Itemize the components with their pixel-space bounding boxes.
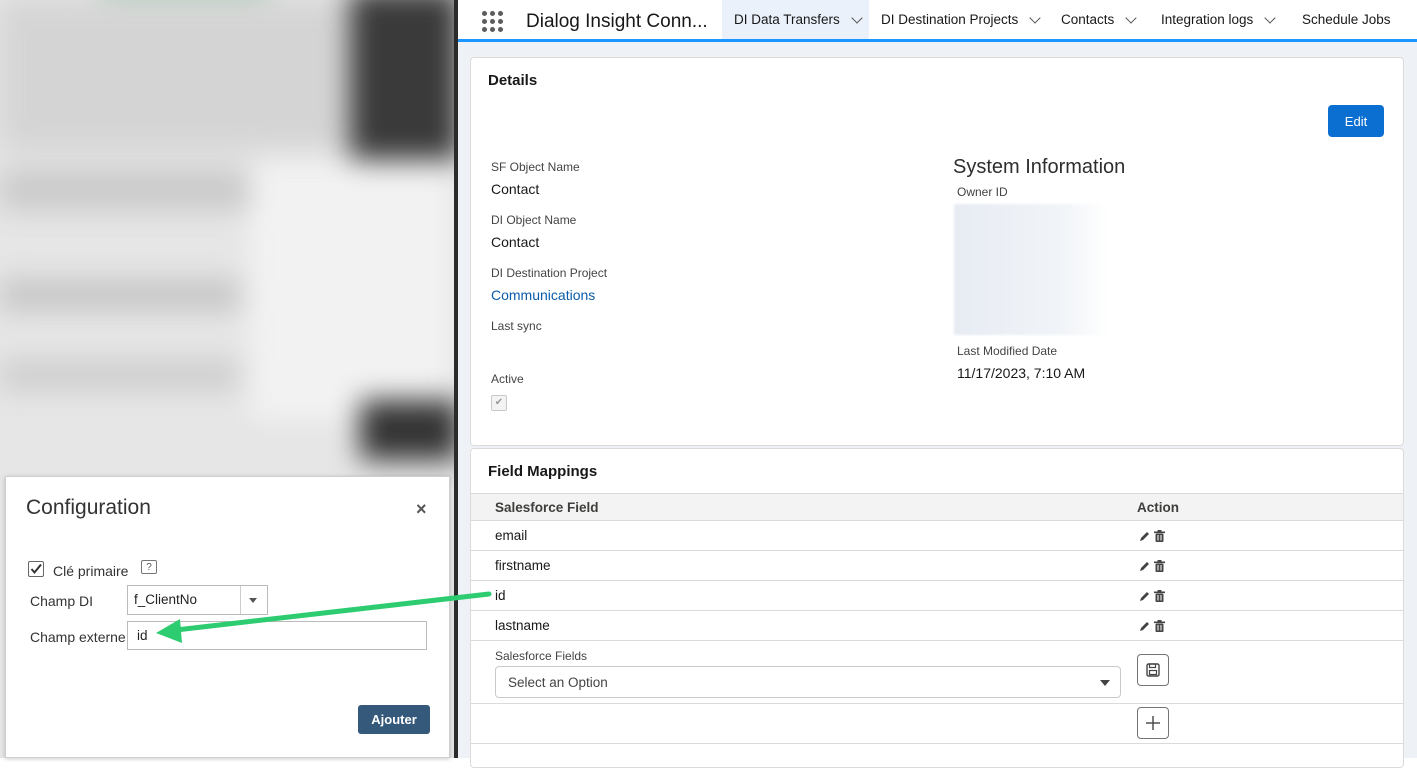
tab-di-destination-projects[interactable]: DI Destination Projects (881, 0, 1041, 39)
edit-button[interactable]: Edit (1328, 105, 1384, 137)
di-object-name-label: DI Object Name (491, 213, 577, 227)
save-icon (1146, 663, 1160, 677)
chevron-down-icon[interactable] (851, 11, 863, 24)
tab-label: Contacts (1061, 12, 1115, 27)
pencil-icon[interactable] (1138, 530, 1151, 543)
field-mappings-table: Salesforce Field Action email firstname … (471, 493, 1403, 641)
owner-id-label: Owner ID (957, 185, 1008, 199)
sf-object-name-value: Contact (491, 181, 540, 197)
di-field-select[interactable]: f_ClientNo (127, 585, 268, 615)
external-field-input[interactable] (127, 621, 427, 650)
table-row: lastname (471, 611, 1403, 641)
tab-label: DI Data Transfers (734, 12, 840, 27)
chevron-down-icon[interactable] (1264, 11, 1276, 24)
last-modified-date-label: Last Modified Date (957, 344, 1058, 358)
column-header-salesforce-field: Salesforce Field (495, 500, 599, 515)
field-name: id (495, 588, 506, 603)
caret-down-icon (1100, 680, 1110, 686)
field-mappings-card: Field Mappings Salesforce Field Action e… (470, 448, 1404, 768)
di-field-value: f_ClientNo (134, 592, 198, 607)
salesforce-fields-select[interactable]: Select an Option (495, 666, 1121, 698)
details-card: Details Edit SF Object Name Contact DI O… (470, 57, 1404, 446)
tab-schedule-jobs[interactable]: Schedule Jobs (1302, 0, 1391, 39)
last-sync-label: Last sync (491, 319, 542, 333)
active-checkbox: ✔ (491, 395, 507, 411)
di-destination-project-label: DI Destination Project (491, 266, 608, 280)
divider (471, 743, 1403, 744)
table-row: email (471, 521, 1403, 551)
tab-label: DI Destination Projects (881, 12, 1019, 27)
system-information-title: System Information (953, 156, 1126, 178)
salesforce-fields-label: Salesforce Fields (495, 649, 588, 663)
pencil-icon[interactable] (1138, 620, 1151, 633)
di-field-label: Champ DI (30, 593, 94, 609)
sf-object-name-label: SF Object Name (491, 160, 580, 174)
caret-down-icon (249, 598, 257, 603)
trash-icon[interactable] (1154, 560, 1165, 572)
select-placeholder: Select an Option (508, 675, 608, 690)
tab-integration-logs[interactable]: Integration logs (1161, 0, 1276, 39)
plus-icon (1146, 716, 1160, 730)
divider (471, 703, 1403, 704)
external-field-label: Champ externe (30, 629, 126, 645)
top-navigation: Dialog Insight Conn... DI Data Transfers… (458, 0, 1417, 42)
help-icon[interactable]: ? (141, 560, 157, 574)
primary-key-checkbox[interactable] (28, 561, 44, 577)
field-name: lastname (495, 618, 550, 633)
add-mapping-button[interactable] (1137, 707, 1169, 739)
tab-label: Integration logs (1161, 12, 1254, 27)
last-modified-date-value: 11/17/2023, 7:10 AM (957, 365, 1086, 381)
configuration-dialog: Configuration × Clé primaire ? Champ DI … (5, 476, 450, 758)
table-row: firstname (471, 551, 1403, 581)
save-mapping-button[interactable] (1137, 654, 1169, 686)
active-label: Active (491, 372, 524, 386)
owner-id-redacted (954, 204, 1109, 335)
details-title: Details (488, 72, 538, 89)
table-row: id (471, 581, 1403, 611)
pencil-icon[interactable] (1138, 560, 1151, 573)
app-launcher-icon[interactable] (482, 11, 504, 33)
table-header: Salesforce Field Action (471, 493, 1403, 521)
trash-icon[interactable] (1154, 620, 1165, 632)
chevron-down-icon[interactable] (1125, 11, 1137, 24)
salesforce-app: Dialog Insight Conn... DI Data Transfers… (458, 0, 1417, 768)
trash-icon[interactable] (1154, 590, 1165, 602)
close-icon[interactable]: × (416, 500, 427, 518)
column-header-action: Action (1137, 500, 1179, 515)
di-object-name-value: Contact (491, 234, 540, 250)
checkmark-icon (30, 563, 42, 575)
field-name: email (495, 528, 528, 543)
pencil-icon[interactable] (1138, 590, 1151, 603)
field-name: firstname (495, 558, 551, 573)
di-destination-project-link[interactable]: Communications (491, 287, 595, 303)
trash-icon[interactable] (1154, 530, 1165, 542)
add-button[interactable]: Ajouter (358, 705, 430, 734)
field-mappings-title: Field Mappings (488, 463, 598, 480)
dialog-title: Configuration (26, 496, 151, 519)
tab-label: Schedule Jobs (1302, 12, 1391, 27)
tab-contacts[interactable]: Contacts (1061, 0, 1137, 39)
tab-di-data-transfers[interactable]: DI Data Transfers (722, 0, 869, 39)
app-name: Dialog Insight Conn... (526, 11, 708, 32)
chevron-down-icon[interactable] (1029, 11, 1041, 24)
primary-key-label: Clé primaire (53, 563, 129, 579)
